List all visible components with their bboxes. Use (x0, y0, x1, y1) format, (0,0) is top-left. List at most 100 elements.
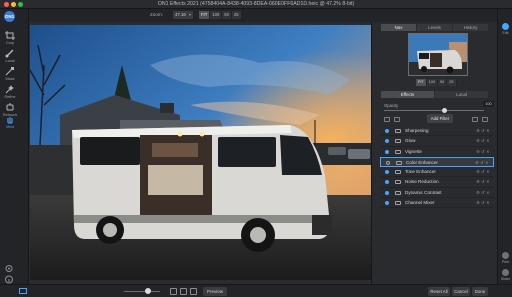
tool-mask-label: Mask (5, 77, 15, 81)
filter-actions[interactable]: ⚙↺✕ (476, 190, 491, 195)
presets-icon[interactable] (472, 117, 478, 122)
tool-refine-label: Refine (4, 95, 16, 99)
module-share[interactable]: Share (499, 269, 512, 281)
zoom-50-button[interactable]: 50 (222, 11, 232, 19)
zoom-100-button[interactable]: 100 (210, 11, 223, 19)
compare-icon[interactable] (170, 288, 177, 295)
nav-zoom-50-button[interactable]: 50 (438, 79, 448, 86)
tool-view-label: View (5, 125, 15, 129)
info-icon[interactable] (4, 275, 14, 284)
settings-icon[interactable] (4, 264, 14, 273)
filter-type-icon (395, 201, 401, 206)
opacity-slider[interactable] (384, 110, 484, 111)
tab-levels[interactable]: Levels (417, 24, 453, 31)
tool-crop[interactable]: Crop (0, 31, 20, 45)
image-canvas[interactable] (29, 22, 371, 284)
filter-name: Sharpening (405, 128, 429, 133)
filter-actions[interactable]: ⚙↺✕ (476, 128, 491, 133)
filter-noise-reduction[interactable]: Noise Reduction ⚙↺✕ (380, 177, 494, 188)
cancel-button[interactable]: Cancel (452, 287, 470, 296)
add-filter-button[interactable]: Add Filter (427, 114, 453, 123)
mask-toggle-icon[interactable] (384, 117, 390, 122)
nav-zoom-25-button[interactable]: 25 (447, 79, 457, 86)
filter-type-icon (395, 149, 401, 154)
hand-icon (7, 117, 13, 124)
tab-nav[interactable]: Nav (381, 24, 417, 31)
visibility-toggle-icon[interactable] (385, 201, 389, 206)
filter-name: Channel Mixer (405, 200, 435, 206)
tool-mask[interactable]: Mask (0, 67, 20, 81)
share-icon (502, 269, 509, 276)
filter-name: Glow (405, 138, 416, 144)
visibility-toggle-icon[interactable] (386, 160, 390, 165)
visibility-toggle-icon[interactable] (385, 170, 389, 175)
layer-icon[interactable] (394, 117, 400, 122)
module-edit[interactable]: Edit (499, 23, 512, 35)
title-bar: ON1 Effects 2021 (4758404A-8438-4093-8DE… (0, 0, 512, 9)
module-print[interactable]: Print (499, 252, 512, 264)
tab-local[interactable]: Local (435, 91, 489, 98)
filter-type-icon (395, 129, 401, 133)
zoom-value: 47.16 (175, 12, 186, 17)
filter-tone-enhancer[interactable]: Tone Enhancer ⚙↺✕ (380, 167, 494, 178)
print-icon (502, 252, 509, 259)
edited-photo[interactable] (30, 25, 371, 280)
filter-actions[interactable]: ⚙↺✕ (476, 200, 491, 205)
nav-zoom-fit-button[interactable]: FIT (416, 79, 427, 86)
filter-dynamic-contrast[interactable]: Dynamic Contrast ⚙↺✕ (380, 188, 494, 199)
filter-name: Noise Reduction (405, 179, 439, 185)
done-button[interactable]: Done (472, 287, 488, 296)
tool-refine[interactable]: Refine (0, 85, 20, 99)
tab-history[interactable]: History (453, 24, 489, 31)
nav-zoom-100-button[interactable]: 100 (426, 79, 439, 86)
app-logo: ON1 (4, 11, 15, 22)
filter-type-icon (396, 160, 402, 165)
filter-color-enhancer[interactable]: Color Enhancer ⚙↺✕ (380, 156, 494, 168)
reset-icon[interactable] (482, 117, 488, 122)
tab-effects[interactable]: Effects (381, 91, 435, 98)
mask-icon (5, 67, 14, 76)
navigator-thumbnail[interactable] (408, 33, 468, 76)
module-bar: Edit Print Share (497, 9, 512, 297)
tool-view[interactable]: View (0, 115, 20, 129)
tool-local[interactable]: Local (0, 49, 20, 63)
top-toolbar: Zoom: 47.16 ▾ FIT 100 50 25 (0, 9, 512, 22)
edit-icon (502, 23, 509, 30)
zoom-25-button[interactable]: 25 (231, 11, 242, 19)
zoom-label: Zoom: (150, 12, 164, 17)
window-title: ON1 Effects 2021 (4758404A-8438-4093-8DE… (157, 1, 355, 7)
filter-sharpening[interactable]: Sharpening ⚙↺✕ (380, 126, 494, 137)
eye-icon[interactable] (190, 288, 197, 295)
opacity-slider-handle[interactable] (442, 108, 447, 113)
visibility-toggle-icon[interactable] (385, 139, 389, 144)
opacity-label: Opacity (384, 103, 399, 108)
filter-name: Tone Enhancer (405, 169, 436, 175)
filter-vignette[interactable]: Vignette ⚙↺✕ (380, 147, 494, 157)
filter-name: Dynamic Contrast (405, 189, 442, 195)
fit-frame-icon[interactable] (19, 288, 27, 294)
filter-actions[interactable]: ⚙↺✕ (476, 169, 491, 174)
filter-glow[interactable]: Glow ⚙↺✕ (380, 136, 494, 147)
zoom-fit-button[interactable]: FIT (199, 11, 211, 19)
preview-slider[interactable] (124, 291, 160, 292)
filter-actions[interactable]: ⚙↺✕ (475, 160, 490, 165)
visibility-toggle-icon[interactable] (385, 149, 389, 154)
preview-button[interactable]: Preview (203, 287, 227, 296)
filter-actions[interactable]: ⚙↺✕ (476, 138, 491, 143)
filter-actions[interactable]: ⚙↺✕ (476, 179, 491, 184)
opacity-value[interactable]: 100 (483, 101, 494, 107)
effects-local-tabs: Effects Local (381, 91, 489, 98)
zoom-select[interactable]: 47.16 ▾ (173, 11, 193, 19)
visibility-toggle-icon[interactable] (385, 129, 389, 133)
left-toolbar: ON1 Crop Local Mask Refine Retouch View (0, 9, 29, 297)
tool-local-label: Local (5, 59, 15, 63)
reset-all-button[interactable]: Reset All (428, 287, 450, 296)
visibility-toggle-icon[interactable] (385, 180, 389, 185)
filter-channel-mixer[interactable]: Channel Mixer ⚙↺✕ (380, 198, 494, 209)
preview-slider-handle[interactable] (145, 288, 151, 294)
visibility-toggle-icon[interactable] (385, 190, 389, 195)
mask-view-icon[interactable] (180, 288, 187, 295)
crop-icon (5, 31, 15, 40)
filter-type-icon (395, 139, 401, 144)
filter-actions[interactable]: ⚙↺✕ (476, 149, 491, 154)
